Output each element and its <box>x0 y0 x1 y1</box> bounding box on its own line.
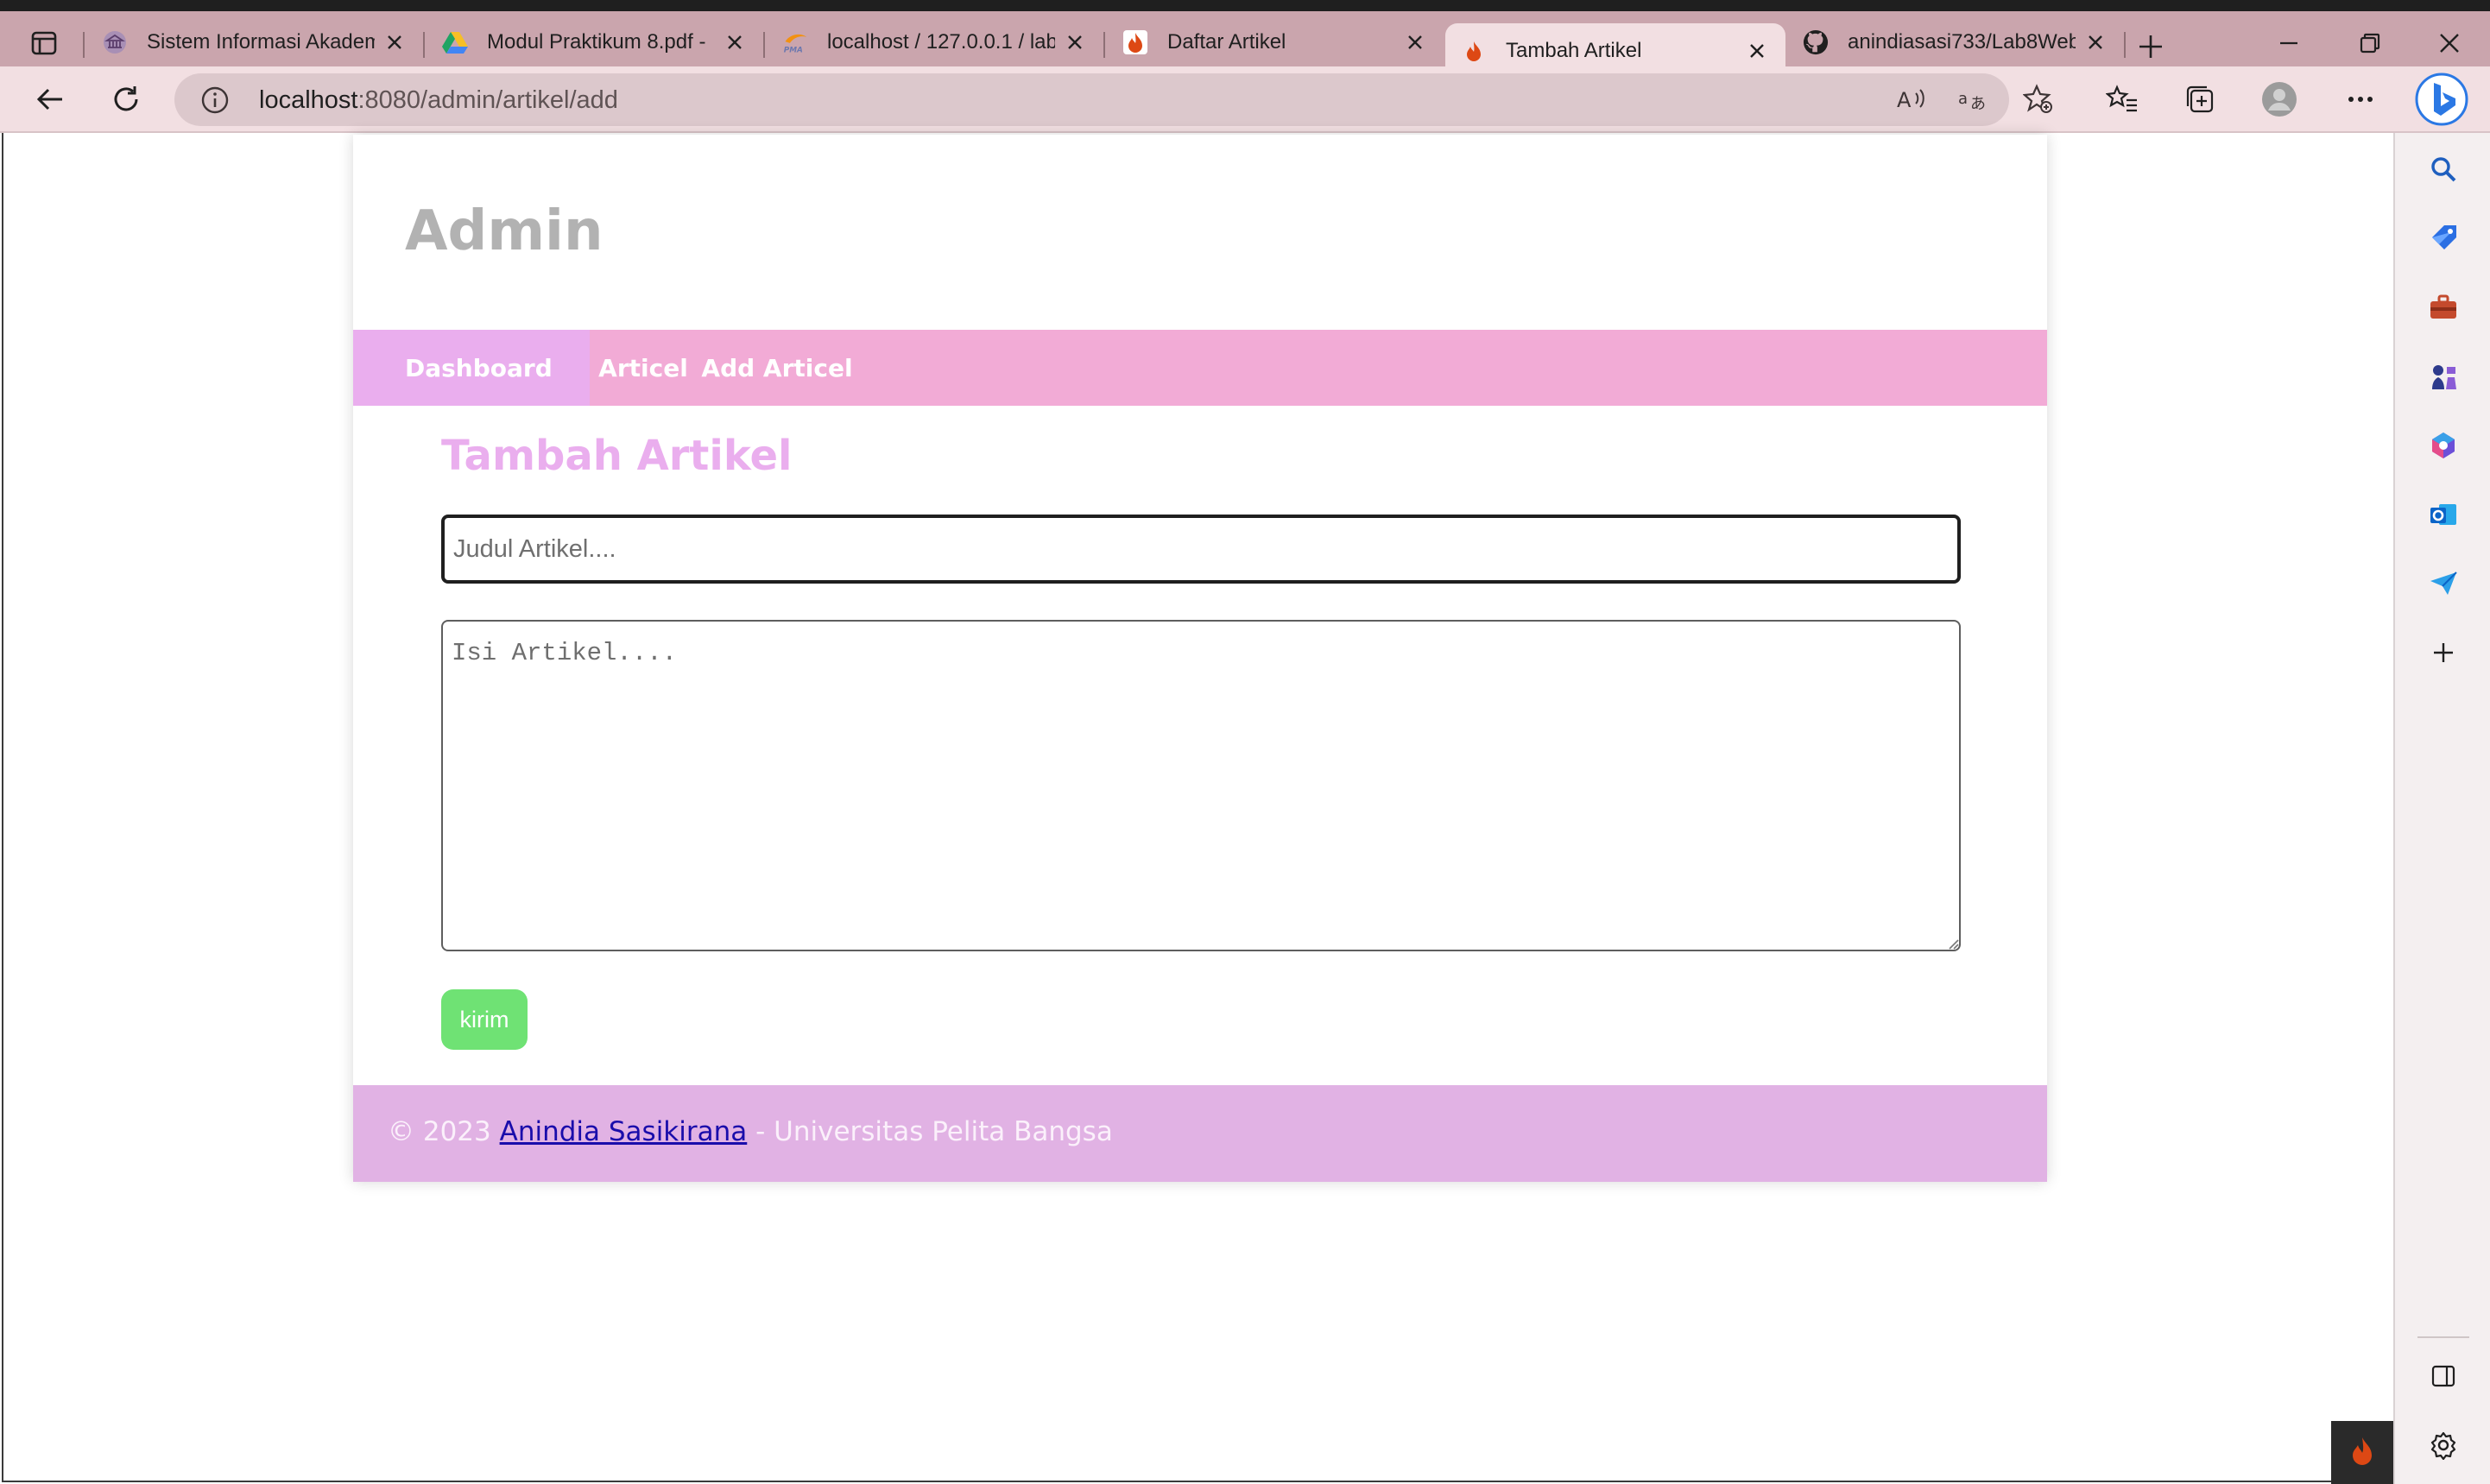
browser-tab[interactable]: Sistem Informasi Akadem <box>86 17 423 66</box>
more-options-icon[interactable] <box>2341 80 2379 118</box>
github-icon <box>1803 29 1829 55</box>
add-sidebar-app-icon[interactable] <box>2424 634 2462 672</box>
footer-prefix: © 2023 <box>388 1116 500 1147</box>
footer-suffix: - Universitas Pelita Bangsa <box>747 1116 1113 1147</box>
address-bar[interactable]: localhost:8080/admin/artikel/add A aあ <box>174 73 2009 126</box>
article-title-input[interactable] <box>441 515 1961 584</box>
profile-avatar-icon[interactable] <box>2260 80 2298 118</box>
nav-articel[interactable]: Articel <box>590 330 697 406</box>
close-icon[interactable] <box>382 29 408 55</box>
content-title: Tambah Artikel <box>441 432 793 480</box>
footer-author-link[interactable]: Anindia Sasikirana <box>500 1116 748 1147</box>
nav-dashboard[interactable]: Dashboard <box>353 330 590 406</box>
tab-actions-menu-icon[interactable] <box>24 23 64 63</box>
close-window-icon[interactable] <box>2411 23 2488 63</box>
games-chess-icon[interactable] <box>2424 357 2462 395</box>
tab-separator <box>1103 32 1105 58</box>
close-icon[interactable] <box>2082 29 2108 55</box>
translate-icon[interactable]: aあ <box>1958 85 1989 116</box>
tab-title: Daftar Artikel <box>1167 29 1286 54</box>
close-icon[interactable] <box>722 29 748 55</box>
submit-button[interactable]: kirim <box>441 989 528 1050</box>
back-icon[interactable] <box>26 75 74 123</box>
svg-text:あ: あ <box>1970 95 1986 113</box>
tab-separator <box>423 32 425 58</box>
codeigniter-debug-toolbar-icon[interactable] <box>2331 1421 2393 1484</box>
close-icon[interactable] <box>1744 38 1770 64</box>
phpmyadmin-icon: PMA <box>782 29 808 55</box>
minimize-icon[interactable] <box>2250 23 2328 63</box>
article-body-textarea[interactable] <box>441 620 1961 951</box>
nav-add-articel[interactable]: Add Articel <box>697 330 857 406</box>
university-icon <box>102 29 128 55</box>
tab-title: localhost / 127.0.0.1 / lab <box>827 29 1055 54</box>
site-info-icon[interactable] <box>200 85 230 115</box>
microsoft-365-icon[interactable] <box>2424 426 2462 464</box>
close-icon[interactable] <box>1062 29 1088 55</box>
tab-separator <box>763 32 765 58</box>
codeigniter-icon <box>1461 38 1487 64</box>
browser-tab[interactable]: Daftar Artikel <box>1107 17 1444 66</box>
browser-tab[interactable]: PMA localhost / 127.0.0.1 / lab <box>767 17 1103 66</box>
close-icon[interactable] <box>1402 29 1428 55</box>
svg-text:a: a <box>1958 90 1968 108</box>
bing-copilot-icon[interactable] <box>2414 72 2469 127</box>
outlook-icon[interactable] <box>2424 496 2462 534</box>
add-favorite-icon[interactable] <box>2019 80 2057 118</box>
footer-text: © 2023 Anindia Sasikirana - Universitas … <box>388 1116 1113 1147</box>
url-path: :8080/admin/artikel/add <box>357 86 618 114</box>
hide-sidebar-icon[interactable] <box>2424 1357 2462 1395</box>
tab-title: anindiasasi733/Lab8Web <box>1848 29 2076 54</box>
browser-tab-strip: Sistem Informasi Akadem Modul Praktikum … <box>0 0 2490 78</box>
reload-icon[interactable] <box>102 75 150 123</box>
sidebar-divider <box>2417 1336 2469 1338</box>
search-icon[interactable] <box>2424 150 2462 188</box>
browser-tab[interactable]: Modul Praktikum 8.pdf - <box>427 17 763 66</box>
address-url[interactable]: localhost:8080/admin/artikel/add <box>259 86 618 115</box>
page-container: Admin Dashboard Articel Add Articel Tamb… <box>353 135 2047 1182</box>
tab-title: Sistem Informasi Akadem <box>147 29 375 54</box>
shopping-tag-icon[interactable] <box>2424 219 2462 257</box>
google-drive-icon <box>442 29 468 55</box>
main-navbar: Dashboard Articel Add Articel <box>353 330 2047 406</box>
tab-separator <box>2124 32 2126 58</box>
svg-text:PMA: PMA <box>784 46 803 54</box>
site-header-title: Admin <box>405 199 604 263</box>
settings-gear-icon[interactable] <box>2424 1426 2462 1464</box>
page-viewport: Admin Dashboard Articel Add Articel Tamb… <box>2 133 2393 1482</box>
tools-briefcase-icon[interactable] <box>2424 288 2462 326</box>
favorites-icon[interactable] <box>2103 80 2141 118</box>
tab-title: Tambah Artikel <box>1506 38 1642 62</box>
read-aloud-icon[interactable]: A <box>1897 85 1928 116</box>
send-drop-icon[interactable] <box>2424 565 2462 603</box>
browser-toolbar: localhost:8080/admin/artikel/add A aあ <box>0 66 2490 133</box>
browser-tab[interactable]: anindiasasi733/Lab8Web <box>1787 17 2124 66</box>
restore-icon[interactable] <box>2331 23 2409 63</box>
edge-sidebar <box>2393 133 2490 1484</box>
codeigniter-icon <box>1122 29 1148 55</box>
svg-text:A: A <box>1897 88 1912 112</box>
textarea-resize-handle[interactable] <box>1945 936 1959 950</box>
url-host: localhost <box>259 86 358 114</box>
new-tab-icon[interactable] <box>2133 29 2168 64</box>
page-footer: © 2023 Anindia Sasikirana - Universitas … <box>353 1085 2047 1182</box>
tab-separator <box>83 32 85 58</box>
collections-icon[interactable] <box>2181 80 2219 118</box>
tab-title: Modul Praktikum 8.pdf - <box>487 29 706 54</box>
